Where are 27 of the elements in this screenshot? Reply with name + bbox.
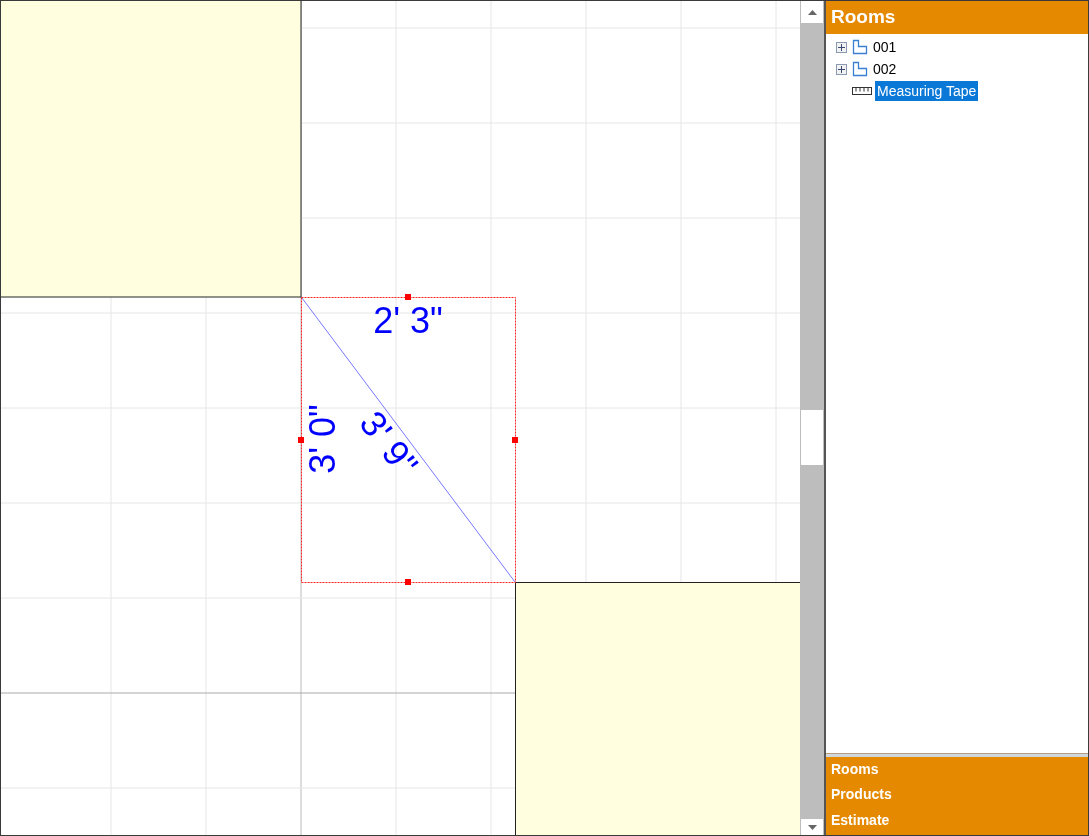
- diagonal-dimension: 3' 9": [351, 403, 427, 484]
- tree-item[interactable]: 001: [871, 37, 899, 57]
- splitter[interactable]: [826, 752, 1088, 757]
- measuring-tape-box[interactable]: [301, 297, 516, 583]
- up-arrow-icon: [807, 9, 817, 15]
- room-outline-icon: [852, 61, 868, 77]
- down-arrow-icon: [807, 824, 817, 830]
- scroll-down-button[interactable]: [801, 819, 823, 835]
- panel-title: Rooms: [826, 1, 1088, 34]
- expand-toggle[interactable]: [835, 63, 847, 75]
- room-outline-icon: [852, 39, 868, 55]
- scroll-thumb[interactable]: [801, 410, 823, 465]
- vertical-scrollbar[interactable]: [800, 1, 824, 835]
- nav-item[interactable]: Estimate: [826, 807, 1088, 833]
- width-dimension: 2' 3": [373, 300, 443, 341]
- resize-handle[interactable]: [405, 579, 411, 585]
- height-dimension: 3' 0": [302, 404, 343, 474]
- tree-item[interactable]: Measuring Tape: [875, 81, 979, 101]
- resize-handle[interactable]: [298, 437, 304, 443]
- resize-handle[interactable]: [512, 437, 518, 443]
- expand-toggle[interactable]: [835, 41, 847, 53]
- resize-handle[interactable]: [405, 294, 411, 300]
- tree-item[interactable]: 002: [871, 59, 899, 79]
- nav-item[interactable]: Products: [826, 782, 1088, 808]
- nav-item[interactable]: Rooms: [826, 756, 1088, 782]
- ruler-icon: [852, 87, 872, 95]
- scroll-up-button[interactable]: [801, 1, 823, 23]
